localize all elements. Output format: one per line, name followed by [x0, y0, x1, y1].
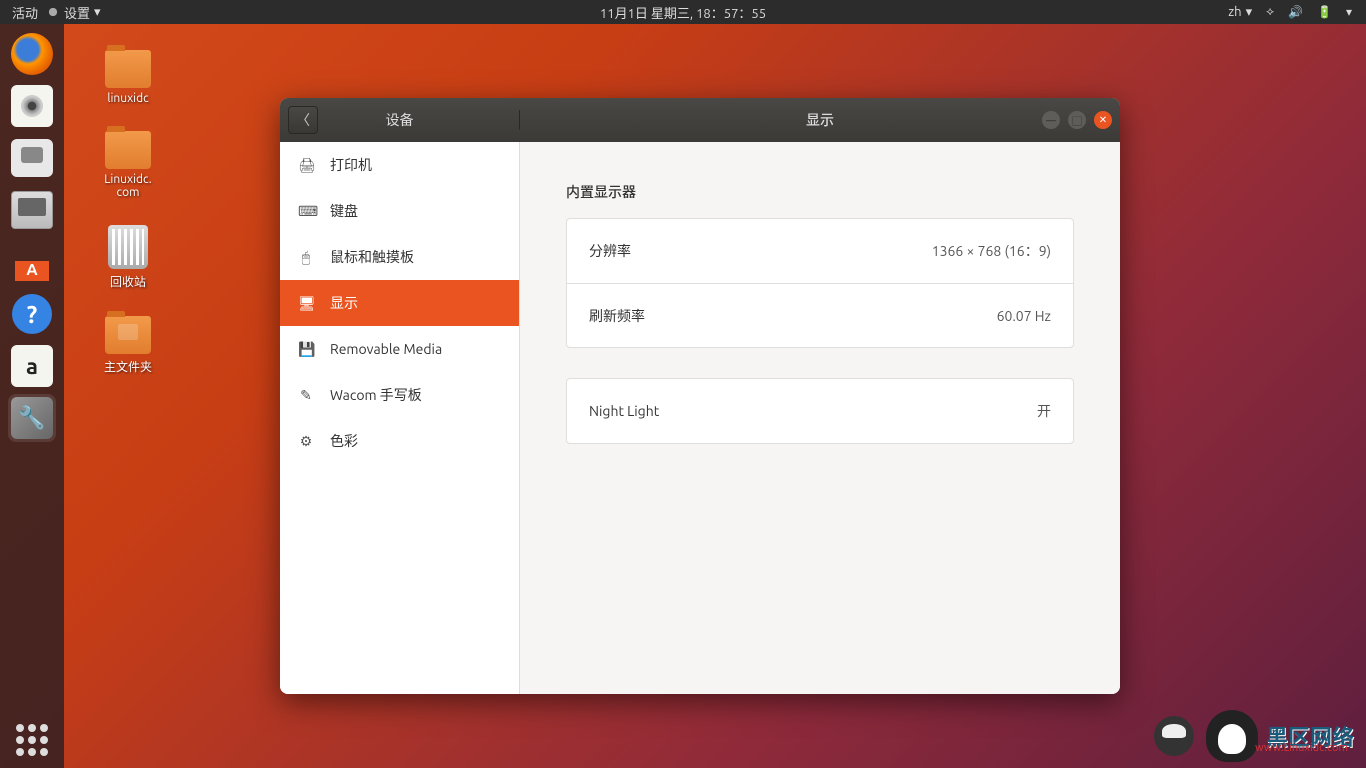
dock-rhythmbox[interactable]	[8, 82, 56, 130]
refresh-rate-row[interactable]: 刷新频率 60.07 Hz	[567, 283, 1073, 347]
battery-icon[interactable]: 🔋	[1317, 5, 1332, 19]
sidebar-item-label: 键盘	[330, 201, 358, 221]
keyboard-icon: ⌨	[298, 203, 314, 220]
media-icon: 💾	[298, 341, 314, 358]
minimize-button[interactable]: —	[1042, 111, 1060, 129]
dock-software[interactable]	[8, 238, 56, 286]
dock-settings[interactable]: 🔧	[8, 394, 56, 442]
sidebar-item-wacom[interactable]: ✎ Wacom 手写板	[280, 372, 519, 418]
trash-icon	[108, 225, 148, 269]
settings-icon: 🔧	[11, 397, 53, 439]
desktop-home[interactable]: 主文件夹	[88, 316, 168, 375]
sidebar-item-printers[interactable]: 🖨 打印机	[280, 142, 519, 188]
dock-files[interactable]	[8, 186, 56, 234]
firefox-icon	[11, 33, 53, 75]
speaker-icon	[11, 85, 53, 127]
settings-window: 〈 设备 显示 — ▢ ✕ 🖨 打印机 ⌨ 键盘 🖱 鼠标和触摸板	[280, 98, 1120, 694]
amazon-icon: a	[11, 345, 53, 387]
night-light-group: Night Light 开	[566, 378, 1074, 444]
mouse-icon: 🖱	[298, 249, 314, 266]
chevron-down-icon: ▾	[94, 5, 101, 20]
color-icon: ⚙	[298, 433, 314, 450]
close-button[interactable]: ✕	[1094, 111, 1112, 129]
icon-label: Linuxidc. com	[104, 173, 151, 199]
desktop-folder-linuxidc-com[interactable]: Linuxidc. com	[88, 131, 168, 199]
desktop-icons: linuxidc Linuxidc. com 回收站 主文件夹	[88, 50, 168, 375]
watermark: 黑区网络 www.Linuxidc.com	[1154, 710, 1354, 762]
activities-button[interactable]: 活动	[12, 3, 38, 22]
window-title: 显示	[520, 110, 1120, 130]
icon-label: 主文件夹	[104, 358, 152, 375]
setting-label: 分辨率	[589, 241, 631, 261]
setting-value: 开	[1037, 401, 1051, 421]
setting-value: 60.07 Hz	[997, 308, 1051, 324]
help-icon: ?	[12, 294, 52, 334]
desktop-folder-linuxidc[interactable]: linuxidc	[88, 50, 168, 105]
sidebar-item-label: 色彩	[330, 431, 358, 451]
display-icon: 🖥	[298, 295, 314, 312]
sidebar-item-label: 鼠标和触摸板	[330, 247, 414, 267]
icon-label: 回收站	[110, 273, 146, 290]
mushroom-icon	[1154, 716, 1194, 756]
sidebar-item-mouse[interactable]: 🖱 鼠标和触摸板	[280, 234, 519, 280]
wifi-icon[interactable]: ⟡	[1266, 5, 1274, 19]
software-icon	[11, 243, 53, 281]
sidebar-item-label: 打印机	[330, 155, 372, 175]
sidebar-item-display[interactable]: 🖥 显示	[280, 280, 519, 326]
section-title: 设备	[386, 110, 414, 130]
dock-photos[interactable]	[8, 134, 56, 182]
chevron-down-icon: ▾	[1246, 5, 1253, 20]
setting-label: 刷新频率	[589, 306, 645, 326]
setting-label: Night Light	[589, 403, 659, 419]
dock-firefox[interactable]	[8, 30, 56, 78]
sidebar-item-removable-media[interactable]: 💾 Removable Media	[280, 326, 519, 372]
display-section-title: 内置显示器	[566, 182, 1074, 202]
sidebar-item-label: 显示	[330, 293, 358, 313]
chevron-down-icon[interactable]: ▾	[1346, 5, 1352, 19]
show-applications[interactable]	[16, 724, 48, 756]
clock[interactable]: 11月1日 星期三, 18：57：55	[600, 3, 766, 22]
input-method-indicator[interactable]: zh ▾	[1228, 5, 1252, 20]
icon-label: linuxidc	[107, 92, 148, 105]
sidebar-item-label: Wacom 手写板	[330, 385, 422, 405]
resolution-row[interactable]: 分辨率 1366 × 768 (16：9)	[567, 219, 1073, 283]
penguin-icon	[1206, 710, 1258, 762]
printer-icon: 🖨	[298, 157, 314, 174]
maximize-button[interactable]: ▢	[1068, 111, 1086, 129]
sidebar-item-keyboard[interactable]: ⌨ 键盘	[280, 188, 519, 234]
display-settings-group: 分辨率 1366 × 768 (16：9) 刷新频率 60.07 Hz	[566, 218, 1074, 348]
settings-sidebar: 🖨 打印机 ⌨ 键盘 🖱 鼠标和触摸板 🖥 显示 💾 Removable Med…	[280, 142, 520, 694]
files-icon	[11, 191, 53, 229]
home-folder-icon	[105, 316, 151, 354]
back-button[interactable]: 〈	[288, 106, 318, 134]
setting-value: 1366 × 768 (16：9)	[932, 241, 1051, 261]
camera-icon	[11, 139, 53, 177]
dock: ? a 🔧	[0, 24, 64, 768]
app-menu-label: 设置	[64, 3, 90, 22]
dock-help[interactable]: ?	[8, 290, 56, 338]
volume-icon[interactable]: 🔊	[1288, 5, 1303, 19]
gear-icon	[46, 5, 60, 19]
chevron-left-icon: 〈	[296, 110, 310, 130]
sidebar-item-label: Removable Media	[330, 341, 442, 357]
watermark-url: www.Linuxidc.com	[1255, 742, 1348, 754]
titlebar[interactable]: 〈 设备 显示 — ▢ ✕	[280, 98, 1120, 142]
dock-amazon[interactable]: a	[8, 342, 56, 390]
app-menu[interactable]: 设置 ▾	[46, 3, 101, 22]
sidebar-item-color[interactable]: ⚙ 色彩	[280, 418, 519, 464]
tablet-icon: ✎	[298, 387, 314, 404]
folder-icon	[105, 131, 151, 169]
settings-content: 内置显示器 分辨率 1366 × 768 (16：9) 刷新频率 60.07 H…	[520, 142, 1120, 694]
folder-icon	[105, 50, 151, 88]
top-panel: 活动 设置 ▾ 11月1日 星期三, 18：57：55 zh ▾ ⟡ 🔊 🔋 ▾	[0, 0, 1366, 24]
desktop-trash[interactable]: 回收站	[88, 225, 168, 290]
night-light-row[interactable]: Night Light 开	[567, 379, 1073, 443]
